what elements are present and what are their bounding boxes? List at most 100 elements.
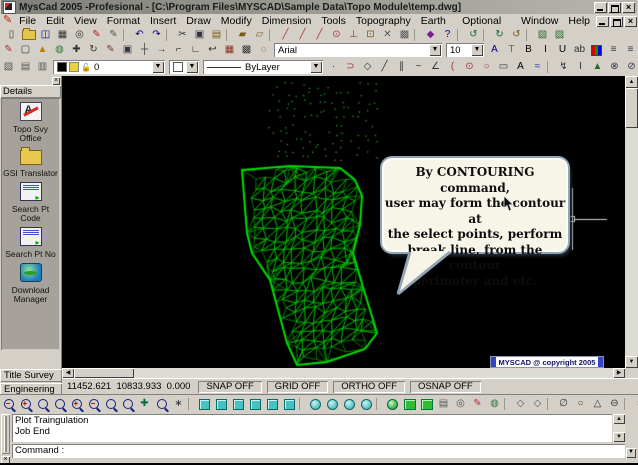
arc-button[interactable]: ( [444, 60, 461, 74]
render-out-button[interactable]: ▤ [435, 397, 452, 411]
sidebar-item-topo-svy-office[interactable]: Topo Svy Office [1, 102, 60, 143]
db-update-button[interactable]: ↺ [508, 28, 525, 42]
shade-box-button[interactable] [401, 397, 418, 411]
ellipse-button[interactable]: ○ [478, 60, 495, 74]
check-2-button[interactable]: ▨ [551, 28, 568, 42]
mdi-restore-icon[interactable] [610, 16, 623, 27]
node-box-button[interactable]: ⊡ [362, 28, 379, 42]
view-iso-ne-button[interactable] [230, 397, 247, 411]
scroll-down-icon[interactable]: ▼ [613, 432, 625, 442]
array-button[interactable]: ▩ [238, 43, 255, 57]
menu-topography[interactable]: Topography [351, 15, 416, 28]
menu-file[interactable]: File [14, 15, 41, 28]
font-size-combo[interactable]: 10 ▼ [446, 43, 484, 57]
underline-button[interactable]: U [554, 43, 571, 57]
layer-states-button[interactable]: ▥ [34, 60, 51, 74]
hatch-button[interactable]: ⊗ [606, 60, 623, 74]
solid-cone-button[interactable]: △ [589, 397, 606, 411]
zoom-in-button[interactable]: + [68, 397, 85, 411]
menu-help[interactable]: Help [563, 15, 595, 28]
status-grid-off[interactable]: GRID OFF [267, 381, 328, 393]
menu-insert[interactable]: Insert [145, 15, 181, 28]
extend-button[interactable]: → [153, 43, 170, 57]
donut-button[interactable]: ⊘ [623, 60, 638, 74]
angle-button[interactable]: ∠ [427, 60, 444, 74]
zoom-out-2-button[interactable]: − [85, 397, 102, 411]
stretch-button[interactable]: ▣ [119, 43, 136, 57]
point-tool-button[interactable]: · [325, 60, 342, 74]
chevron-down-icon[interactable]: ▼ [186, 61, 198, 73]
vertical-scroll-thumb[interactable] [625, 88, 638, 128]
status-osnap-off[interactable]: OSNAP OFF [410, 381, 481, 393]
file-save-button[interactable]: ◫ [37, 28, 54, 42]
view-sphere-2-button[interactable] [324, 397, 341, 411]
check-1-button[interactable]: ▧ [534, 28, 551, 42]
close-icon[interactable]: × [622, 2, 635, 13]
rectangle-button[interactable]: ▭ [495, 60, 512, 74]
db-sync-button[interactable]: ↻ [491, 28, 508, 42]
render-view-button[interactable]: ◎ [452, 397, 469, 411]
strike-button[interactable]: ab [571, 43, 588, 57]
menu-format[interactable]: Format [102, 15, 145, 28]
gradient-button[interactable]: ≈ [529, 60, 546, 74]
command-history-scrollbar[interactable]: ▲ ▼ [613, 414, 625, 442]
view-iso-se-button[interactable] [213, 397, 230, 411]
linetype-combo[interactable]: ByLayer ▼ [203, 60, 323, 74]
scale-pen-button[interactable]: ✎ [102, 43, 119, 57]
restore-icon[interactable] [608, 2, 621, 13]
menu-earth-work[interactable]: Earth Work [416, 15, 457, 28]
redo-button[interactable]: ↷ [148, 28, 165, 42]
sidebar-item-search-pt-code[interactable]: Search Pt Code [1, 182, 60, 223]
font-color-button[interactable] [588, 43, 605, 57]
mdi-minimize-icon[interactable] [596, 16, 609, 27]
status-snap-off[interactable]: SNAP OFF [198, 381, 261, 393]
bold-button[interactable]: B [520, 43, 537, 57]
print-preview-button[interactable]: ◎ [71, 28, 88, 42]
zoom-all-button[interactable] [102, 397, 119, 411]
zoom-dynamic-button[interactable] [34, 397, 51, 411]
select-box-button[interactable]: ▢ [17, 43, 34, 57]
bind-tool-button[interactable]: ∗ [632, 397, 638, 411]
red-line-1-button[interactable]: ╱ [277, 28, 294, 42]
inquiry-button[interactable]: I [572, 60, 589, 74]
aerial-view-button[interactable] [153, 397, 170, 411]
surface-1-button[interactable]: ◇ [512, 397, 529, 411]
orbit-button[interactable]: ∗ [170, 397, 187, 411]
menu-modify[interactable]: Modify [216, 15, 257, 28]
sidebar-item-search-pt-no[interactable]: Search Pt No [1, 227, 60, 259]
polyline-button[interactable]: ⊃ [342, 60, 359, 74]
chevron-down-icon[interactable]: ▼ [429, 44, 441, 56]
view-iso-sw-button[interactable] [196, 397, 213, 411]
mdi-close-icon[interactable]: × [624, 16, 637, 27]
style-edit-button[interactable]: ✎ [88, 28, 105, 42]
minimize-icon[interactable] [594, 2, 607, 13]
quick-select-button[interactable]: ↯ [555, 60, 572, 74]
scroll-down-icon[interactable]: ▼ [625, 356, 638, 368]
file-new-button[interactable]: ▯ [3, 28, 20, 42]
align-center-button[interactable]: ≡ [622, 43, 638, 57]
paste-button[interactable]: ▤ [208, 28, 225, 42]
horizontal-scroll-thumb[interactable] [74, 368, 134, 378]
render-pen-button[interactable]: ✎ [469, 397, 486, 411]
render-box-button[interactable] [418, 397, 435, 411]
zoom-scale-button[interactable] [51, 397, 68, 411]
status-ortho-off[interactable]: ORTHO OFF [333, 381, 405, 393]
view-iso-nw-button[interactable] [247, 397, 264, 411]
fillet-button[interactable]: ⌐ [170, 43, 187, 57]
zoom-out-button[interactable]: − [0, 397, 17, 411]
copy-button[interactable]: ▣ [191, 28, 208, 42]
text-tool-button[interactable]: T [503, 43, 520, 57]
fill-diamond-button[interactable]: ◆ [422, 28, 439, 42]
undo-button[interactable]: ↶ [131, 28, 148, 42]
chevron-down-icon[interactable]: ▼ [152, 61, 164, 73]
sketch-pen-button[interactable]: ✎ [105, 28, 122, 42]
horizontal-scrollbar[interactable]: ◀ ▶ [62, 368, 625, 378]
cut-button[interactable]: ✂ [174, 28, 191, 42]
chamfer-button[interactable]: ∟ [187, 43, 204, 57]
zoom-previous-button[interactable] [119, 397, 136, 411]
region-button[interactable]: ▩ [396, 28, 413, 42]
view-sphere-4-button[interactable] [358, 397, 375, 411]
scroll-up-icon[interactable]: ▲ [625, 76, 638, 88]
view-sphere-1-button[interactable] [307, 397, 324, 411]
polygon-button[interactable]: ◇ [359, 60, 376, 74]
